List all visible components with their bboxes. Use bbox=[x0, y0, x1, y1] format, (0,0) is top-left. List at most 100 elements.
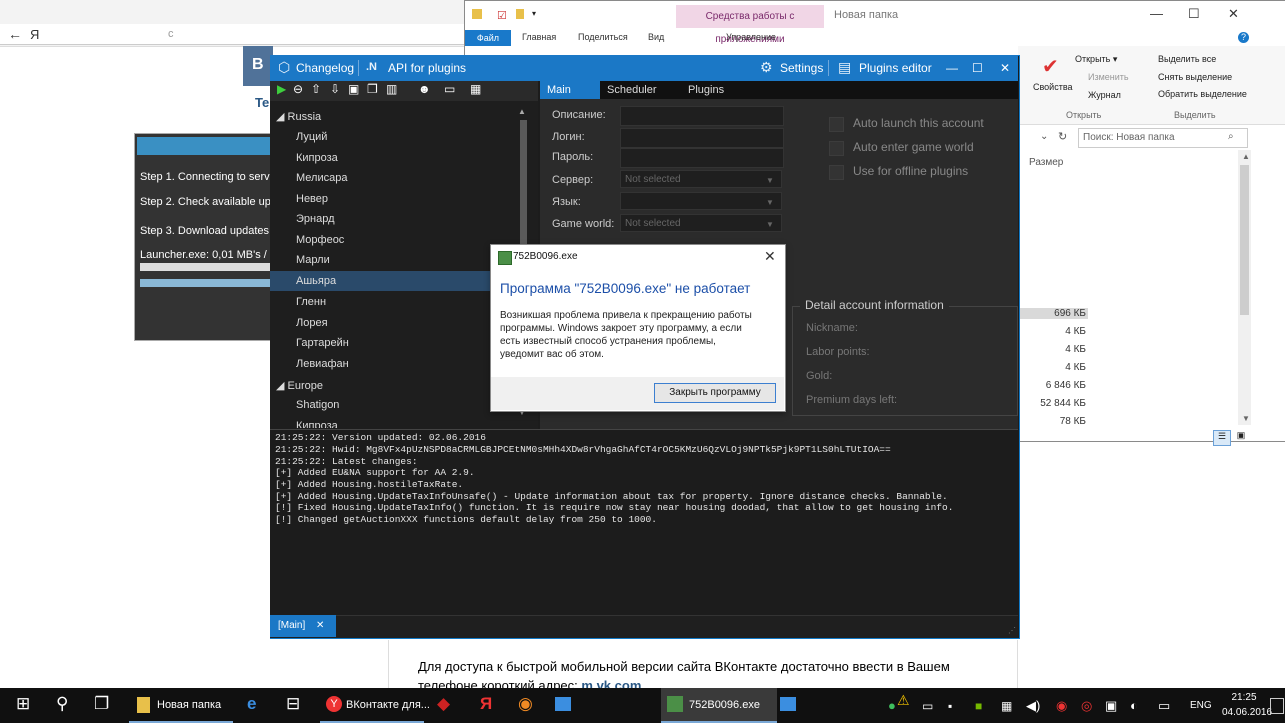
properties-button[interactable]: Свойства bbox=[1033, 82, 1073, 92]
clock-date[interactable]: 04.06.2016 bbox=[1222, 707, 1272, 718]
upload-icon[interactable]: ⇧ bbox=[311, 82, 321, 96]
search-icon[interactable]: ⚲ bbox=[56, 694, 68, 714]
power-icon[interactable]: ◐ bbox=[1130, 698, 1138, 713]
store-icon[interactable]: ⊟ bbox=[286, 694, 300, 714]
bottom-tab-label[interactable]: [Main] bbox=[270, 620, 305, 631]
tray-app-icon[interactable]: ▭ bbox=[922, 699, 933, 713]
exe-app-icon[interactable] bbox=[667, 696, 683, 712]
journal-button[interactable]: Журнал bbox=[1088, 90, 1121, 100]
bottom-tab-main[interactable]: [Main] ✕ bbox=[270, 615, 336, 637]
chevron-down-icon[interactable]: ▼ bbox=[766, 176, 774, 185]
scroll-up-icon[interactable]: ▲ bbox=[518, 107, 526, 116]
auto-launch-label[interactable]: Auto launch this account bbox=[853, 116, 984, 130]
file-size[interactable]: 78 КБ bbox=[1020, 416, 1088, 427]
search-icon[interactable]: ⌕ bbox=[1228, 131, 1234, 142]
back-arrow-icon[interactable]: ← bbox=[8, 26, 22, 42]
file-size[interactable]: 52 844 КБ bbox=[1020, 398, 1088, 409]
chevron-down-icon[interactable]: ▼ bbox=[766, 220, 774, 229]
api-plugins-button[interactable]: API for plugins bbox=[388, 61, 466, 75]
scroll-up-icon[interactable]: ▲ bbox=[1242, 152, 1250, 161]
address-dropdown-icon[interactable]: ⌄ bbox=[1040, 131, 1048, 142]
file-size[interactable]: 696 КБ bbox=[1020, 308, 1088, 319]
beats-icon[interactable]: ◉ bbox=[1056, 698, 1067, 714]
bot-maximize-button[interactable]: ☐ bbox=[972, 61, 983, 75]
warning-icon[interactable]: ⚠ bbox=[897, 692, 910, 709]
ribbon-tab-manage[interactable]: Управление bbox=[726, 32, 776, 42]
tree-server-item[interactable]: Эрнард bbox=[296, 209, 506, 229]
ribbon-tab-share[interactable]: Поделиться bbox=[578, 32, 628, 42]
file-size[interactable]: 4 КБ bbox=[1020, 326, 1088, 337]
tray-app-icon[interactable]: ▣ bbox=[1105, 698, 1117, 714]
browser-address-bar[interactable] bbox=[0, 24, 470, 45]
taskbar-browser-label[interactable]: ВКонтакте для... bbox=[346, 699, 430, 711]
app-window-icon[interactable] bbox=[780, 697, 796, 711]
login-input[interactable] bbox=[620, 128, 784, 148]
tree-server-item-selected[interactable]: Ашьяра bbox=[270, 271, 511, 291]
nvidia-icon[interactable]: ■ bbox=[975, 699, 982, 713]
notifications-icon[interactable] bbox=[1270, 698, 1284, 714]
folder-icon[interactable] bbox=[137, 697, 150, 713]
scroll-down-icon[interactable]: ▼ bbox=[1242, 414, 1250, 423]
select-all-button[interactable]: Выделить все bbox=[1158, 54, 1216, 64]
password-input[interactable] bbox=[620, 148, 784, 168]
explorer-scroll-thumb[interactable] bbox=[1240, 165, 1249, 315]
description-input[interactable] bbox=[620, 106, 784, 126]
trash-icon[interactable]: ▥ bbox=[386, 82, 397, 96]
dotnet-icon[interactable]: .N bbox=[366, 61, 377, 73]
quick-access-dropdown-icon[interactable]: ▾ bbox=[532, 9, 536, 18]
invert-selection-button[interactable]: Обратить выделение bbox=[1158, 89, 1247, 99]
auto-enter-checkbox[interactable] bbox=[829, 141, 844, 156]
bot-minimize-button[interactable]: — bbox=[946, 61, 958, 75]
file-size[interactable]: 4 КБ bbox=[1020, 362, 1088, 373]
stop-icon[interactable]: ⊖ bbox=[293, 82, 303, 96]
open-button[interactable]: Открыть ▾ bbox=[1075, 54, 1117, 65]
tree-server-item[interactable]: Лорея bbox=[296, 313, 506, 333]
changelog-button[interactable]: Changelog bbox=[296, 61, 354, 75]
close-program-button[interactable]: Закрыть программу bbox=[654, 383, 776, 403]
file-size[interactable]: 6 846 КБ bbox=[1020, 380, 1088, 391]
screenshot-icon[interactable]: ▣ bbox=[348, 82, 359, 96]
column-header-size[interactable]: Размер bbox=[1029, 157, 1063, 168]
resize-grip-icon[interactable]: ⋰ bbox=[1008, 626, 1016, 635]
explorer-search-input[interactable]: Поиск: Новая папка bbox=[1078, 128, 1248, 148]
properties-icon[interactable]: ✔ bbox=[1042, 54, 1059, 79]
auto-launch-checkbox[interactable] bbox=[829, 117, 844, 132]
help-icon[interactable]: ? bbox=[1238, 32, 1249, 43]
offline-plugins-label[interactable]: Use for offline plugins bbox=[853, 164, 968, 178]
settings-button[interactable]: Settings bbox=[780, 61, 823, 75]
tree-group-russia[interactable]: ◢ Russia bbox=[276, 110, 321, 123]
taskbar-explorer-label[interactable]: Новая папка bbox=[157, 699, 221, 711]
opera-icon[interactable]: ◎ bbox=[1081, 698, 1092, 714]
tree-server-item[interactable]: Марли bbox=[296, 250, 506, 270]
game-world-select[interactable]: Not selected bbox=[620, 214, 782, 232]
copy-icon[interactable]: ❐ bbox=[367, 82, 378, 96]
game-client-icon[interactable]: ◆ bbox=[437, 694, 450, 714]
firefox-icon[interactable]: ◉ bbox=[518, 694, 533, 714]
windows-start-icon[interactable]: ⊞ bbox=[16, 694, 30, 714]
tree-server-item[interactable]: Левиафан bbox=[296, 354, 506, 374]
contextual-tab-app-tools[interactable]: Средства работы с приложениями bbox=[676, 5, 824, 45]
language-select[interactable] bbox=[620, 192, 782, 210]
bot-close-button[interactable]: ✕ bbox=[1000, 61, 1010, 75]
details-view-icon[interactable]: ☰ bbox=[1213, 430, 1231, 446]
offline-plugins-checkbox[interactable] bbox=[829, 165, 844, 180]
error-dialog-close-button[interactable]: ✕ bbox=[764, 248, 776, 265]
vk-logo[interactable]: В bbox=[252, 56, 264, 74]
show-window-icon[interactable]: ▦ bbox=[470, 82, 481, 96]
tab-main[interactable]: Main bbox=[540, 81, 600, 99]
plugins-editor-button[interactable]: Plugins editor bbox=[859, 61, 932, 75]
tray-app-icon[interactable]: ● bbox=[888, 698, 896, 713]
play-icon[interactable]: ▶ bbox=[277, 82, 286, 96]
gear-icon[interactable]: ⚙ bbox=[760, 59, 773, 76]
refresh-icon[interactable]: ↻ bbox=[1058, 130, 1067, 143]
auto-enter-label[interactable]: Auto enter game world bbox=[853, 140, 974, 154]
network-icon[interactable]: ▦ bbox=[1001, 699, 1012, 713]
refresh-icon[interactable]: c bbox=[168, 28, 174, 40]
tray-app-icon[interactable]: ▪ bbox=[948, 699, 952, 713]
edit-button[interactable]: Изменить bbox=[1088, 72, 1129, 82]
app-window-icon[interactable] bbox=[555, 697, 571, 711]
tab-plugins[interactable]: Plugins bbox=[688, 84, 724, 96]
tree-server-item[interactable]: Луций bbox=[296, 127, 506, 147]
skull-icon[interactable]: ☻ bbox=[418, 82, 431, 96]
tray-app-icon[interactable]: ▭ bbox=[1158, 698, 1170, 714]
